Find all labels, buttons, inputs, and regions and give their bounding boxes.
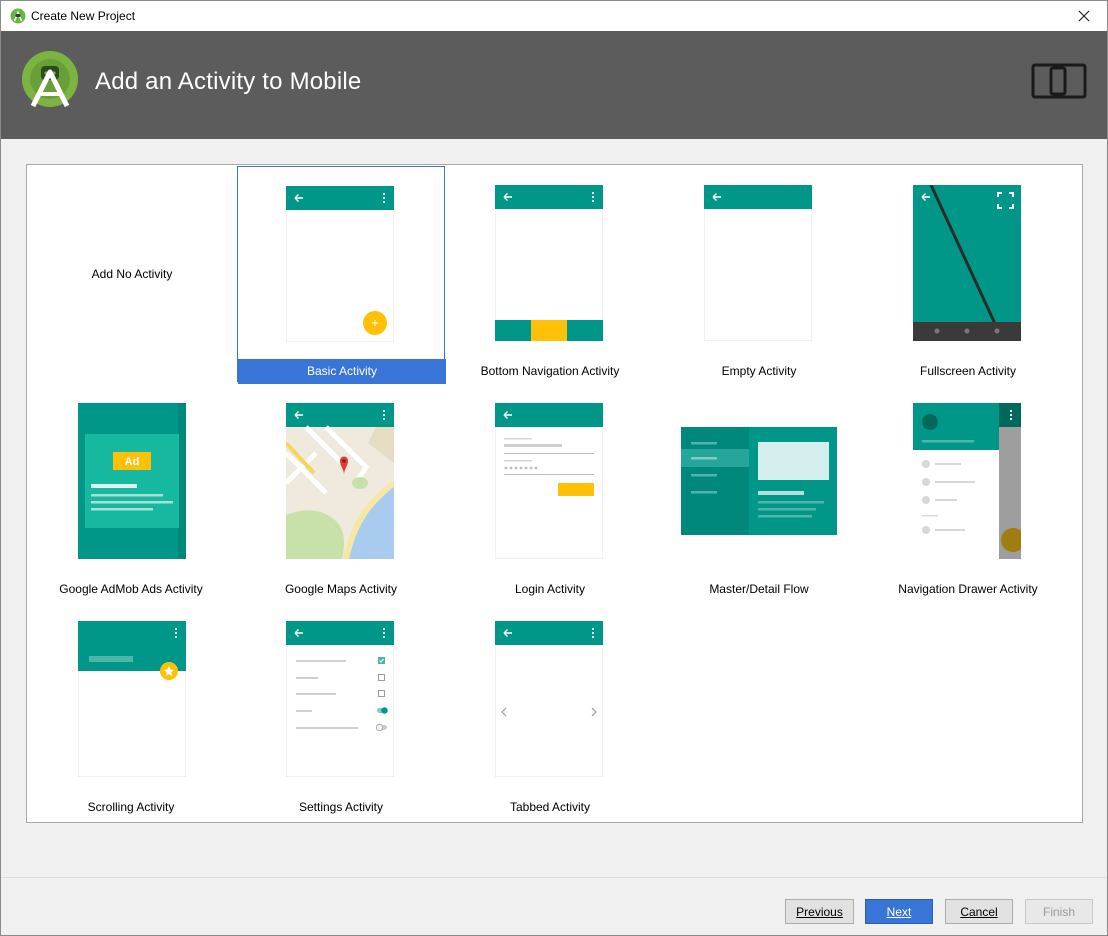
close-button[interactable] — [1061, 1, 1107, 31]
activity-label: Master/Detail Flow — [709, 582, 809, 596]
activity-label: Google AdMob Ads Activity — [59, 582, 203, 596]
activity-label: Empty Activity — [721, 364, 797, 378]
navigation-drawer-thumbnail — [913, 403, 1021, 559]
activity-label: Fullscreen Activity — [919, 364, 1017, 378]
tabbed-activity-thumbnail — [495, 621, 603, 777]
bottom-navigation-thumbnail — [495, 185, 603, 341]
activity-label: Scrolling Activity — [87, 800, 175, 814]
previous-button[interactable]: Previous — [785, 899, 854, 924]
activity-settings[interactable]: Settings Activity — [237, 602, 445, 818]
fullscreen-activity-thumbnail — [913, 185, 1021, 341]
activity-label: Tabbed Activity — [509, 800, 591, 814]
finish-button[interactable]: Finish — [1025, 899, 1093, 924]
activity-master-detail[interactable]: Master/Detail Flow — [655, 384, 863, 600]
settings-activity-thumbnail — [286, 621, 394, 777]
next-button-label: Next — [886, 904, 912, 919]
activity-label: Login Activity — [514, 582, 586, 596]
phone-tablet-icon — [1031, 63, 1087, 99]
activity-add-no-activity[interactable]: Add No Activity — [27, 165, 235, 381]
cancel-button[interactable]: Cancel — [945, 899, 1013, 924]
cancel-button-label: Cancel — [960, 904, 998, 919]
title-bar: Create New Project — [1, 1, 1107, 31]
activity-gallery: Add No Activity Basic Activity Bottom Na… — [26, 164, 1083, 823]
finish-button-label: Finish — [1042, 904, 1075, 919]
activity-basic[interactable]: Basic Activity — [237, 166, 446, 384]
page-title: Add an Activity to Mobile — [95, 68, 362, 95]
activity-tabbed[interactable]: Tabbed Activity — [446, 602, 654, 818]
activity-google-maps[interactable]: Google Maps Activity — [237, 384, 445, 600]
activity-label: Settings Activity — [298, 800, 384, 814]
admob-activity-thumbnail: Ad — [78, 403, 186, 559]
create-project-window: Create New Project Add an Activity to Mo… — [0, 0, 1108, 936]
activity-fullscreen[interactable]: Fullscreen Activity — [864, 166, 1072, 382]
activity-bottom-navigation[interactable]: Bottom Navigation Activity — [446, 166, 654, 382]
maps-activity-thumbnail — [286, 403, 394, 559]
activity-admob[interactable]: Ad Google AdMob Ads Activity — [27, 384, 235, 600]
empty-activity-thumbnail — [704, 185, 812, 341]
activity-navigation-drawer[interactable]: Navigation Drawer Activity — [864, 384, 1072, 600]
next-button[interactable]: Next — [865, 899, 933, 924]
wizard-header: Add an Activity to Mobile — [1, 31, 1107, 139]
previous-button-label: Previous — [796, 904, 843, 919]
android-studio-icon — [10, 8, 26, 24]
window-title: Create New Project — [31, 9, 136, 23]
basic-activity-thumbnail — [286, 186, 394, 342]
ad-badge-text: Ad — [125, 456, 140, 468]
activity-label: Add No Activity — [91, 267, 173, 281]
footer-divider — [1, 877, 1107, 878]
activity-label: Navigation Drawer Activity — [898, 582, 1038, 596]
android-studio-logo — [22, 51, 78, 108]
activity-scrolling[interactable]: Scrolling Activity — [27, 602, 235, 818]
activity-label: Google Maps Activity — [284, 582, 398, 596]
activity-empty[interactable]: Empty Activity — [655, 166, 863, 382]
close-icon — [1078, 10, 1090, 22]
activity-login[interactable]: Login Activity — [446, 384, 654, 600]
activity-label: Bottom Navigation Activity — [480, 364, 620, 378]
activity-label: Basic Activity — [238, 359, 446, 384]
master-detail-thumbnail — [681, 427, 837, 535]
login-activity-thumbnail — [495, 403, 603, 559]
scrolling-activity-thumbnail — [78, 621, 186, 777]
